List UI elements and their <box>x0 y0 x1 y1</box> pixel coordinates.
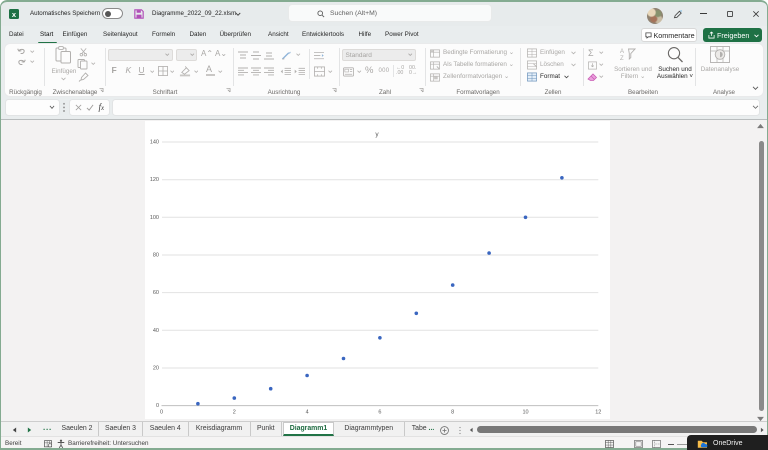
svg-text:140: 140 <box>150 139 159 145</box>
svg-text:8: 8 <box>451 409 454 415</box>
svg-text:6: 6 <box>378 409 381 415</box>
svg-text:4: 4 <box>306 409 309 415</box>
svg-text:100: 100 <box>150 214 159 220</box>
svg-text:2: 2 <box>233 409 236 415</box>
svg-text:20: 20 <box>153 365 159 371</box>
svg-text:60: 60 <box>153 290 159 296</box>
svg-text:12: 12 <box>595 409 601 415</box>
svg-text:0: 0 <box>160 409 163 415</box>
svg-text:0: 0 <box>156 403 159 409</box>
svg-text:80: 80 <box>153 252 159 258</box>
svg-text:Z: Z <box>620 55 624 59</box>
svg-text:10: 10 <box>522 409 528 415</box>
svg-text:A: A <box>620 49 624 55</box>
svg-text:y: y <box>375 131 379 138</box>
svg-text:40: 40 <box>153 327 159 333</box>
svg-text:120: 120 <box>150 177 159 183</box>
